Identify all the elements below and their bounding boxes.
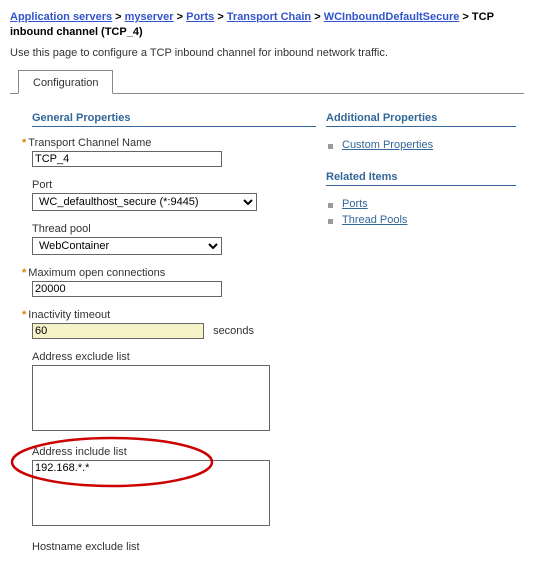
related-items-list: Ports Thread Pools	[326, 196, 516, 228]
section-additional-properties: Additional Properties	[326, 112, 516, 127]
input-transport-channel-name[interactable]	[32, 151, 222, 167]
breadcrumb-sep: >	[314, 11, 323, 23]
breadcrumb: Application servers > myserver > Ports >…	[10, 10, 524, 41]
breadcrumb-sep: >	[177, 11, 186, 23]
label-address-include-list: Address include list	[32, 446, 127, 458]
breadcrumb-link-transportchain[interactable]: Transport Chain	[227, 11, 311, 23]
list-item: Custom Properties	[326, 137, 516, 153]
tab-configuration[interactable]: Configuration	[18, 70, 113, 94]
list-item: Thread Pools	[326, 212, 516, 228]
breadcrumb-sep: >	[115, 11, 124, 23]
breadcrumb-link-appservers[interactable]: Application servers	[10, 11, 112, 23]
breadcrumb-sep: >	[462, 11, 471, 23]
link-thread-pools[interactable]: Thread Pools	[342, 214, 407, 226]
textarea-address-exclude-list[interactable]	[32, 365, 270, 431]
label-hostname-exclude-list: Hostname exclude list	[32, 541, 140, 553]
breadcrumb-sep: >	[217, 11, 226, 23]
required-icon: *	[22, 267, 26, 279]
input-max-open-connections[interactable]	[32, 281, 222, 297]
label-inactivity-timeout: Inactivity timeout	[28, 309, 110, 321]
required-icon: *	[22, 309, 26, 321]
label-transport-channel-name: Transport Channel Name	[28, 137, 151, 149]
additional-properties-list: Custom Properties	[326, 137, 516, 153]
breadcrumb-link-ports[interactable]: Ports	[186, 11, 214, 23]
section-general-properties: General Properties	[32, 112, 316, 127]
breadcrumb-link-wcinbound[interactable]: WCInboundDefaultSecure	[324, 11, 460, 23]
breadcrumb-link-myserver[interactable]: myserver	[125, 11, 174, 23]
label-max-open-connections: Maximum open connections	[28, 267, 165, 279]
list-item: Ports	[326, 196, 516, 212]
tab-bar: Configuration	[10, 69, 524, 94]
link-ports[interactable]: Ports	[342, 198, 368, 210]
section-related-items: Related Items	[326, 171, 516, 186]
link-custom-properties[interactable]: Custom Properties	[342, 139, 433, 151]
page-description: Use this page to configure a TCP inbound…	[10, 47, 524, 59]
textarea-address-include-list[interactable]: 192.168.*.*	[32, 460, 270, 526]
required-icon: *	[22, 137, 26, 149]
label-port: Port	[32, 179, 52, 191]
label-address-exclude-list: Address exclude list	[32, 351, 130, 363]
inactivity-unit: seconds	[213, 325, 254, 337]
label-thread-pool: Thread pool	[32, 223, 91, 235]
select-port[interactable]: WC_defaulthost_secure (*:9445)	[32, 193, 257, 211]
select-thread-pool[interactable]: WebContainer	[32, 237, 222, 255]
input-inactivity-timeout[interactable]	[32, 323, 204, 339]
